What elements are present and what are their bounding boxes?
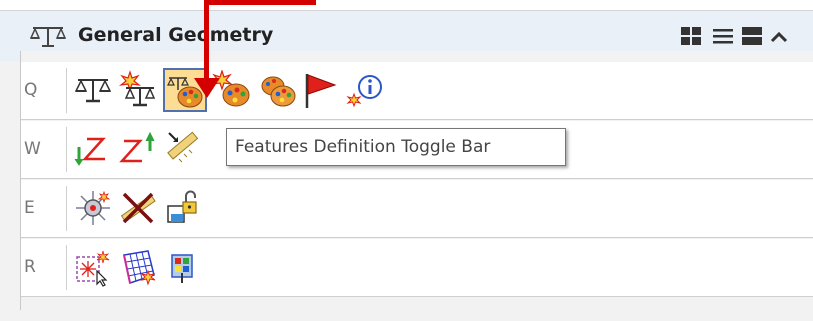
balance-scale-icon[interactable]: [73, 70, 113, 110]
row-divider: [21, 178, 813, 179]
info-icon[interactable]: [346, 70, 386, 110]
row-divider: [21, 296, 813, 297]
tooltip: Features Definition Toggle Bar: [226, 128, 566, 166]
target-burst-icon[interactable]: [73, 188, 113, 228]
z-line-up-icon[interactable]: [118, 129, 158, 169]
balance-scale-star-icon[interactable]: [118, 70, 158, 110]
select-burst-icon[interactable]: [73, 247, 113, 287]
annotation-arrow-line: [204, 0, 316, 5]
row-divider: [66, 245, 67, 290]
list-view-icon[interactable]: [713, 26, 733, 50]
row-divider: [66, 186, 67, 231]
panel-title: General Geometry: [78, 24, 274, 46]
red-flag-icon[interactable]: [301, 70, 341, 110]
mesh-star-icon[interactable]: [118, 247, 158, 287]
balance-scale-icon: [29, 25, 67, 53]
annotation-arrow-head-icon: [194, 78, 220, 98]
row-divider: [66, 68, 67, 113]
expanded-view-icon[interactable]: [741, 26, 763, 50]
row-divider: [21, 119, 813, 120]
cross-measure-icon[interactable]: [118, 188, 158, 228]
row-divider: [21, 237, 813, 238]
row-key-e: E: [24, 198, 35, 218]
row-key-q: Q: [24, 80, 38, 100]
toolbar-row-e: E: [21, 180, 813, 237]
pin-grid-icon[interactable]: [163, 247, 203, 287]
collapse-chevron-icon[interactable]: [770, 29, 788, 48]
grid-view-icon[interactable]: [680, 26, 702, 50]
palettes-icon[interactable]: [257, 70, 297, 110]
measure-ruler-icon[interactable]: [163, 129, 203, 169]
lock-box-icon[interactable]: [163, 188, 203, 228]
row-key-r: R: [24, 257, 36, 277]
toolbar-row-r: R: [21, 239, 813, 296]
row-key-w: W: [24, 139, 41, 159]
row-divider: [66, 127, 67, 172]
z-line-down-icon[interactable]: [73, 129, 113, 169]
annotation-arrow-line: [204, 0, 209, 84]
tooltip-text: Features Definition Toggle Bar: [235, 137, 491, 157]
toolbar-row-q: Q: [21, 62, 813, 119]
